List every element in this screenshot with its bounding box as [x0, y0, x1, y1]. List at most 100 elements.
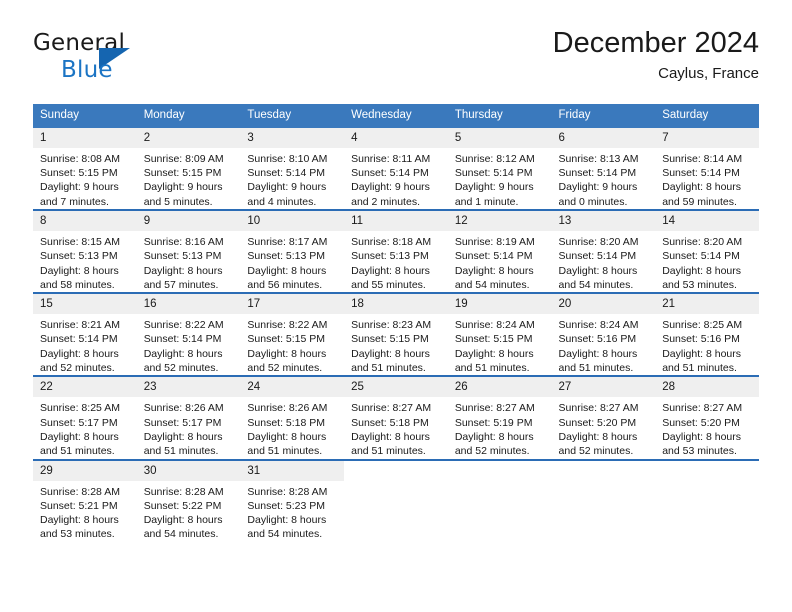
- sunset-text: Sunset: 5:22 PM: [143, 499, 222, 512]
- daylight-text-line2: and 59 minutes.: [662, 195, 737, 208]
- daylight-text-line1: Daylight: 9 hours: [247, 181, 327, 194]
- sunrise-text: Sunrise: 8:22 AM: [143, 319, 224, 332]
- sunrise-text: Sunrise: 8:11 AM: [351, 152, 431, 165]
- daylight-text-line1: Daylight: 8 hours: [558, 430, 638, 443]
- day-number: 22: [33, 377, 137, 398]
- day-cell[interactable]: 21 Sunrise: 8:25 AM Sunset: 5:16 PM Dayl…: [655, 292, 759, 377]
- day-cell[interactable]: 2 Sunrise: 8:09 AM Sunset: 5:15 PM Dayli…: [136, 127, 241, 210]
- day-cell[interactable]: 23 Sunrise: 8:26 AM Sunset: 5:17 PM Dayl…: [136, 375, 241, 460]
- day-number: 12: [447, 210, 552, 231]
- day-cell[interactable]: 22 Sunrise: 8:25 AM Sunset: 5:17 PM Dayl…: [33, 375, 137, 460]
- daylight-text-line2: and 51 minutes.: [143, 445, 219, 458]
- day-cell[interactable]: 27 Sunrise: 8:27 AM Sunset: 5:20 PM Dayl…: [551, 375, 656, 460]
- daylight-text-line2: and 52 minutes.: [247, 362, 323, 375]
- calendar-page: General Blue December 2024 Caylus, Franc…: [0, 0, 792, 612]
- day-number: 21: [655, 294, 759, 315]
- day-cell-empty: [447, 458, 552, 542]
- day-number: 28: [655, 377, 759, 398]
- sunset-text: Sunset: 5:14 PM: [143, 333, 222, 346]
- sunrise-text: Sunrise: 8:26 AM: [247, 402, 328, 415]
- day-cell[interactable]: 1 Sunrise: 8:08 AM Sunset: 5:15 PM Dayli…: [33, 127, 137, 210]
- calendar-header-row: Sunday Monday Tuesday Wednesday Thursday…: [33, 104, 759, 128]
- day-cell[interactable]: 31 Sunrise: 8:28 AM Sunset: 5:23 PM Dayl…: [240, 458, 345, 542]
- location-subtitle: Caylus, France: [658, 64, 759, 82]
- day-info: Sunrise: 8:28 AM Sunset: 5:23 PM Dayligh…: [240, 481, 344, 542]
- day-cell[interactable]: 26 Sunrise: 8:27 AM Sunset: 5:19 PM Dayl…: [447, 375, 552, 460]
- sunrise-text: Sunrise: 8:28 AM: [40, 485, 120, 498]
- day-info: Sunrise: 8:22 AM Sunset: 5:14 PM Dayligh…: [137, 314, 241, 375]
- sunrise-text: Sunrise: 8:27 AM: [351, 402, 432, 415]
- day-cell[interactable]: 10 Sunrise: 8:17 AM Sunset: 5:13 PM Dayl…: [240, 208, 345, 294]
- sunrise-text: Sunrise: 8:26 AM: [143, 402, 224, 415]
- day-cell[interactable]: 24 Sunrise: 8:26 AM Sunset: 5:18 PM Dayl…: [240, 375, 345, 460]
- sunset-text: Sunset: 5:16 PM: [558, 333, 637, 346]
- day-number: 3: [240, 127, 345, 148]
- daylight-text-line1: Daylight: 9 hours: [143, 181, 223, 194]
- day-cell[interactable]: 5 Sunrise: 8:12 AM Sunset: 5:14 PM Dayli…: [447, 127, 552, 210]
- daylight-text-line2: and 57 minutes.: [143, 278, 219, 291]
- day-cell[interactable]: 4 Sunrise: 8:11 AM Sunset: 5:14 PM Dayli…: [344, 127, 448, 210]
- sunset-text: Sunset: 5:17 PM: [143, 416, 222, 429]
- day-cell[interactable]: 17 Sunrise: 8:22 AM Sunset: 5:15 PM Dayl…: [240, 292, 345, 377]
- day-cell[interactable]: 14 Sunrise: 8:20 AM Sunset: 5:14 PM Dayl…: [655, 208, 759, 294]
- daylight-text-line1: Daylight: 9 hours: [40, 181, 119, 194]
- daylight-text-line2: and 54 minutes.: [143, 528, 219, 541]
- sunset-text: Sunset: 5:14 PM: [247, 167, 326, 180]
- sunrise-text: Sunrise: 8:24 AM: [454, 319, 535, 332]
- day-cell[interactable]: 3 Sunrise: 8:10 AM Sunset: 5:14 PM Dayli…: [240, 127, 345, 210]
- day-number: 6: [551, 127, 656, 148]
- daylight-text-line1: Daylight: 8 hours: [662, 430, 742, 443]
- daylight-text-line2: and 4 minutes.: [247, 195, 317, 208]
- daylight-text-line1: Daylight: 8 hours: [247, 264, 327, 277]
- day-cell[interactable]: 6 Sunrise: 8:13 AM Sunset: 5:14 PM Dayli…: [551, 127, 656, 210]
- day-info: Sunrise: 8:25 AM Sunset: 5:17 PM Dayligh…: [33, 397, 137, 458]
- day-cell[interactable]: 7 Sunrise: 8:14 AM Sunset: 5:14 PM Dayli…: [655, 127, 759, 210]
- day-cell[interactable]: 15 Sunrise: 8:21 AM Sunset: 5:14 PM Dayl…: [33, 292, 137, 377]
- day-cell[interactable]: 9 Sunrise: 8:16 AM Sunset: 5:13 PM Dayli…: [136, 208, 241, 294]
- sunset-text: Sunset: 5:14 PM: [40, 333, 118, 346]
- day-cell[interactable]: 11 Sunrise: 8:18 AM Sunset: 5:13 PM Dayl…: [344, 208, 448, 294]
- day-number: [552, 461, 656, 481]
- day-info: Sunrise: 8:27 AM Sunset: 5:20 PM Dayligh…: [655, 397, 759, 458]
- sunrise-text: Sunrise: 8:12 AM: [454, 152, 535, 165]
- day-cell-empty: [655, 458, 759, 542]
- day-number: 25: [344, 377, 448, 398]
- sunset-text: Sunset: 5:16 PM: [662, 333, 740, 346]
- weekday-header-thursday: Thursday: [447, 104, 552, 128]
- day-number: 5: [447, 127, 552, 148]
- day-cell[interactable]: 16 Sunrise: 8:22 AM Sunset: 5:14 PM Dayl…: [136, 292, 241, 377]
- sunset-text: Sunset: 5:13 PM: [247, 250, 326, 263]
- day-cell[interactable]: 19 Sunrise: 8:24 AM Sunset: 5:15 PM Dayl…: [447, 292, 552, 377]
- sunrise-text: Sunrise: 8:27 AM: [454, 402, 535, 415]
- day-cell[interactable]: 12 Sunrise: 8:19 AM Sunset: 5:14 PM Dayl…: [447, 208, 552, 294]
- daylight-text-line2: and 55 minutes.: [351, 278, 426, 291]
- daylight-text-line2: and 51 minutes.: [662, 362, 737, 375]
- daylight-text-line1: Daylight: 8 hours: [662, 347, 742, 360]
- day-info: Sunrise: 8:20 AM Sunset: 5:14 PM Dayligh…: [655, 231, 759, 292]
- day-number: 2: [136, 127, 241, 148]
- daylight-text-line1: Daylight: 8 hours: [351, 264, 430, 277]
- sunset-text: Sunset: 5:13 PM: [351, 250, 429, 263]
- day-cell[interactable]: 28 Sunrise: 8:27 AM Sunset: 5:20 PM Dayl…: [655, 375, 759, 460]
- sunset-text: Sunset: 5:14 PM: [454, 250, 533, 263]
- day-info: Sunrise: 8:27 AM Sunset: 5:20 PM Dayligh…: [552, 397, 656, 458]
- day-cell[interactable]: 29 Sunrise: 8:28 AM Sunset: 5:21 PM Dayl…: [33, 458, 137, 542]
- day-cell[interactable]: 30 Sunrise: 8:28 AM Sunset: 5:22 PM Dayl…: [136, 458, 241, 542]
- daylight-text-line1: Daylight: 9 hours: [351, 181, 430, 194]
- day-cell[interactable]: 8 Sunrise: 8:15 AM Sunset: 5:13 PM Dayli…: [33, 208, 137, 294]
- day-info: Sunrise: 8:24 AM Sunset: 5:16 PM Dayligh…: [552, 314, 656, 375]
- day-cell[interactable]: 13 Sunrise: 8:20 AM Sunset: 5:14 PM Dayl…: [551, 208, 656, 294]
- day-cell[interactable]: 25 Sunrise: 8:27 AM Sunset: 5:18 PM Dayl…: [344, 375, 448, 460]
- calendar-grid: Sunday Monday Tuesday Wednesday Thursday…: [33, 104, 759, 542]
- brand-name-blue: Blue: [61, 57, 113, 83]
- day-info: Sunrise: 8:16 AM Sunset: 5:13 PM Dayligh…: [137, 231, 241, 292]
- daylight-text-line1: Daylight: 9 hours: [454, 181, 534, 194]
- daylight-text-line2: and 2 minutes.: [351, 195, 420, 208]
- daylight-text-line1: Daylight: 8 hours: [40, 347, 119, 360]
- day-cell[interactable]: 20 Sunrise: 8:24 AM Sunset: 5:16 PM Dayl…: [551, 292, 656, 377]
- daylight-text-line1: Daylight: 8 hours: [247, 347, 327, 360]
- day-cell[interactable]: 18 Sunrise: 8:23 AM Sunset: 5:15 PM Dayl…: [344, 292, 448, 377]
- brand-logo[interactable]: General Blue: [33, 32, 243, 94]
- sunset-text: Sunset: 5:20 PM: [558, 416, 637, 429]
- day-info: Sunrise: 8:14 AM Sunset: 5:14 PM Dayligh…: [655, 148, 759, 209]
